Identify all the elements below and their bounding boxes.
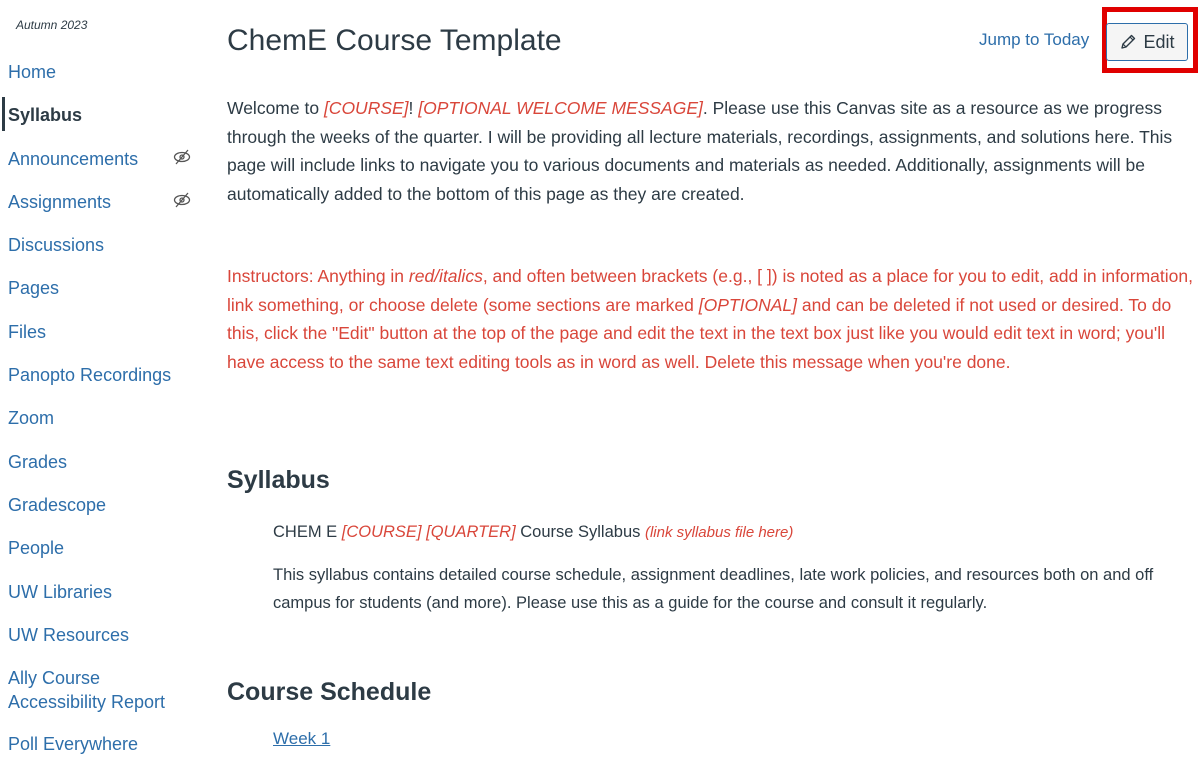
nav-item-uw-resources[interactable]: UW Resources — [8, 621, 198, 664]
syllabus-content: ChemE Course Template Jump to Today Edit… — [227, 0, 1198, 751]
nav-item-announcements[interactable]: Announcements — [8, 145, 198, 188]
nav-item-syllabus[interactable]: Syllabus — [2, 97, 198, 144]
syllabus-heading: Syllabus — [227, 466, 330, 494]
nav-item-assignments[interactable]: Assignments — [8, 188, 198, 231]
nav-item-grades[interactable]: Grades — [8, 448, 198, 491]
hidden-eye-icon — [173, 192, 191, 208]
syllabus-description: This syllabus contains detailed course s… — [273, 566, 1154, 612]
nav-item-zoom[interactable]: Zoom — [8, 404, 198, 447]
nav-item-files[interactable]: Files — [8, 318, 198, 361]
course-schedule-heading: Course Schedule — [227, 678, 432, 706]
hidden-eye-icon — [173, 149, 191, 165]
course-nav-list: Home Syllabus Announcements Assignments … — [2, 58, 198, 773]
week-1-link[interactable]: Week 1 — [273, 729, 330, 749]
nav-item-ally-report[interactable]: Ally Course Accessibility Report — [8, 664, 198, 730]
jump-to-today-link[interactable]: Jump to Today — [979, 30, 1089, 50]
pencil-icon — [1121, 34, 1136, 49]
nav-item-poll-everywhere[interactable]: Poll Everywhere — [8, 730, 198, 773]
welcome-message: Welcome to [COURSE]! [OPTIONAL WELCOME M… — [227, 98, 1173, 204]
nav-item-panopto-recordings[interactable]: Panopto Recordings — [8, 361, 198, 404]
welcome-placeholder: [OPTIONAL WELCOME MESSAGE] — [418, 98, 703, 118]
edit-button[interactable]: Edit — [1106, 23, 1188, 61]
nav-item-people[interactable]: People — [8, 534, 198, 577]
term-label: Autumn 2023 — [16, 18, 88, 32]
nav-item-discussions[interactable]: Discussions — [8, 231, 198, 274]
nav-item-home[interactable]: Home — [8, 58, 198, 101]
edit-button-label: Edit — [1143, 31, 1175, 52]
syllabus-line: CHEM E [COURSE] [QUARTER] Course Syllabu… — [273, 523, 794, 541]
instructor-note: Instructors: Anything in red/italics, an… — [227, 266, 1193, 372]
course-navigation: Autumn 2023 Home Syllabus Announcements … — [0, 0, 200, 754]
course-placeholder: [COURSE] — [323, 98, 409, 118]
syllabus-file-link[interactable]: (link syllabus file here) — [645, 524, 793, 541]
page-title: ChemE Course Template — [227, 24, 562, 57]
nav-item-gradescope[interactable]: Gradescope — [8, 491, 198, 534]
nav-item-uw-libraries[interactable]: UW Libraries — [8, 578, 198, 621]
nav-item-pages[interactable]: Pages — [8, 274, 198, 317]
